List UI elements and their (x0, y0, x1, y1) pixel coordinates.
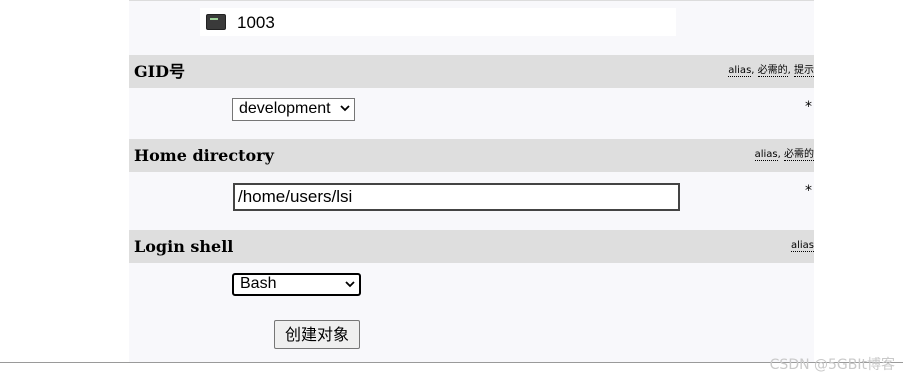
shell-section-header: Login shell alias (129, 230, 814, 263)
flag-hint[interactable]: 提示 (794, 65, 814, 77)
gid-section-title: GID号 (134, 62, 186, 81)
flag-alias[interactable]: alias (754, 149, 778, 161)
gid-select-value: development (239, 100, 331, 117)
required-mark: * (805, 183, 812, 199)
login-shell-select-value: Bash (240, 275, 277, 292)
flag-required[interactable]: 必需的 (784, 149, 814, 161)
home-flags: alias, 必需的 (754, 149, 814, 161)
terminal-icon (206, 14, 226, 30)
uid-value: 1003 (237, 13, 275, 32)
chevron-down-icon (345, 281, 355, 288)
flag-required[interactable]: 必需的 (757, 65, 788, 77)
divider (0, 362, 903, 363)
flag-alias[interactable]: alias (728, 65, 752, 77)
gid-flags: alias, 必需的, 提示 (728, 65, 814, 77)
home-section-title: Home directory (134, 146, 274, 165)
shell-flags: alias (790, 240, 814, 252)
gid-select[interactable]: development (232, 98, 355, 121)
required-mark: * (805, 99, 812, 115)
create-object-button[interactable]: 创建对象 (274, 320, 360, 349)
watermark: CSDN @5GBIt博客 (769, 357, 895, 373)
shell-section-title: Login shell (134, 237, 234, 256)
home-directory-input[interactable]: /home/users/lsi (233, 183, 680, 211)
divider (129, 0, 814, 1)
flag-alias[interactable]: alias (790, 240, 814, 252)
home-section-header: Home directory alias, 必需的 (129, 139, 814, 172)
gid-section-header: GID号 alias, 必需的, 提示 (129, 55, 814, 88)
chevron-down-icon (340, 105, 350, 112)
uid-row: 1003 (200, 8, 676, 36)
login-shell-select[interactable]: Bash (232, 273, 361, 296)
flag-separator: , (751, 65, 758, 76)
